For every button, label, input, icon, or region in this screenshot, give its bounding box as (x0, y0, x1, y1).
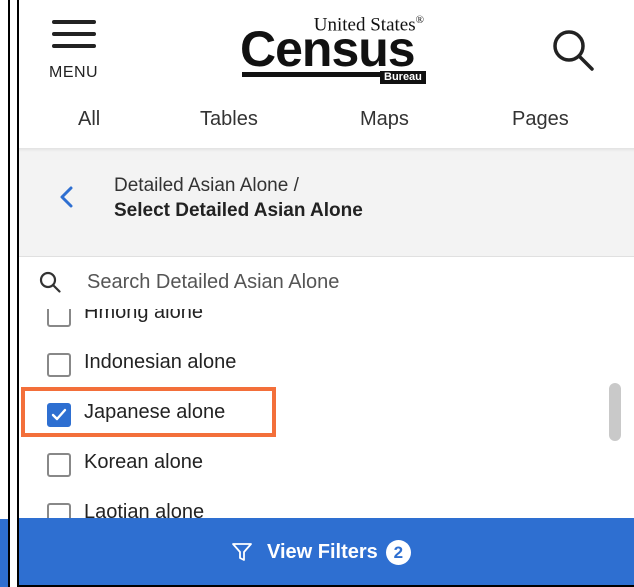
view-filters-label: View Filters (267, 540, 378, 563)
hamburger-icon (52, 20, 96, 24)
tab-all[interactable]: All (78, 108, 100, 131)
breadcrumb: Detailed Asian Alone / Select Detailed A… (19, 152, 634, 256)
tab-pages[interactable]: Pages (512, 108, 569, 131)
list-item-label: Laotian alone (84, 501, 205, 518)
search-icon (39, 271, 61, 293)
list-item-indonesian[interactable]: Indonesian alone (19, 345, 579, 385)
mobile-screen: MENU United States® Census Bureau All Ta… (17, 0, 634, 587)
list-scrollbar[interactable] (609, 383, 621, 441)
list-item-label: Hmong alone (84, 309, 203, 323)
list-item-japanese[interactable]: Japanese alone (19, 395, 579, 435)
option-list: Hmong alone Indonesian alone Japanese al… (19, 309, 634, 518)
adjacent-panel-edge (0, 0, 10, 587)
tab-maps[interactable]: Maps (360, 108, 409, 131)
breadcrumb-current: Select Detailed Asian Alone (114, 200, 363, 221)
checkmark-icon (51, 408, 67, 421)
back-button[interactable] (57, 182, 77, 212)
list-item-label: Japanese alone (84, 401, 226, 423)
checkbox-checked[interactable] (47, 403, 71, 427)
view-filters-button[interactable]: View Filters 2 (19, 518, 634, 585)
logo-main-text: Census (240, 21, 416, 77)
search-icon (553, 30, 594, 71)
site-header: MENU United States® Census Bureau (19, 0, 634, 96)
logo-sub-text: Bureau (380, 71, 426, 84)
tab-tables[interactable]: Tables (200, 108, 258, 131)
chevron-left-icon (60, 186, 73, 208)
list-item-korean[interactable]: Korean alone (19, 445, 579, 485)
list-item-laotian[interactable]: Laotian alone (19, 495, 579, 518)
checkbox[interactable] (47, 503, 71, 518)
breadcrumb-parent[interactable]: Detailed Asian Alone / (114, 175, 299, 197)
search-tabs: All Tables Maps Pages (19, 96, 634, 148)
header-search-button[interactable] (551, 28, 595, 72)
menu-label: MENU (49, 64, 99, 81)
hamburger-icon-bar (52, 44, 96, 48)
filter-count-badge: 2 (385, 539, 411, 565)
menu-button[interactable]: MENU (49, 20, 105, 82)
list-item-label: Korean alone (84, 451, 203, 473)
hamburger-icon-bar (52, 32, 96, 36)
filter-search (19, 256, 634, 310)
checkbox[interactable] (47, 309, 71, 327)
census-logo[interactable]: United States® Census Bureau (232, 14, 432, 88)
adjacent-panel-button-edge (0, 519, 8, 587)
logo-rule (242, 72, 380, 77)
list-item-label: Indonesian alone (84, 351, 237, 373)
view-filters-content: View Filters 2 (231, 538, 411, 566)
checkbox[interactable] (47, 353, 71, 377)
checkbox[interactable] (47, 453, 71, 477)
list-item-hmong[interactable]: Hmong alone (19, 309, 579, 335)
search-input[interactable] (87, 267, 607, 297)
filter-funnel-icon (232, 543, 252, 561)
